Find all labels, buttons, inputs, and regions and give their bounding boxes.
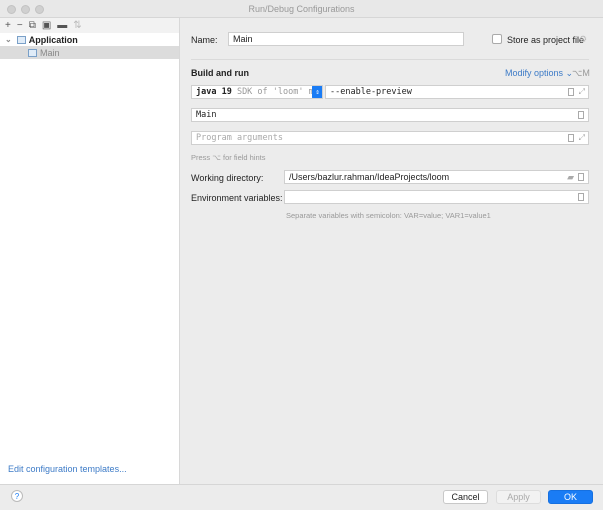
document-icon[interactable] [568, 88, 574, 96]
vm-options-input[interactable]: --enable-preview ⤢ [325, 85, 589, 99]
environment-variables-label: Environment variables: [191, 193, 283, 203]
environment-variables-hint: Separate variables with semicolon: VAR=v… [286, 211, 491, 220]
name-input[interactable]: Main [228, 32, 464, 46]
window-controls[interactable] [7, 5, 44, 14]
minus-icon[interactable]: − [17, 20, 23, 31]
sidebar-toolbar: + − ⧉ ▣ ▬ ⇅ [0, 18, 179, 33]
help-button[interactable]: ? [11, 490, 23, 502]
folder-icon[interactable]: ▰ [567, 171, 574, 183]
modify-shortcut: ⌥M [572, 68, 590, 78]
section-title: Build and run [191, 68, 249, 78]
config-form: Name: Main Store as project file ⚙ Build… [181, 18, 603, 484]
window-title: Run/Debug Configurations [248, 4, 355, 14]
main-class-input[interactable]: Main [191, 108, 589, 122]
edit-templates-link[interactable]: Edit configuration templates... [8, 464, 127, 474]
cancel-button[interactable]: Cancel [443, 490, 488, 504]
field-hint: Press ⌥ for field hints [191, 153, 266, 162]
modify-options-label: Modify options [505, 68, 564, 78]
dialog-footer: ? Cancel Apply OK [0, 484, 603, 510]
store-project-checkbox[interactable] [492, 34, 502, 44]
plus-icon[interactable]: + [5, 20, 11, 31]
jdk-description: SDK of 'loom' mo [231, 87, 319, 97]
divider [191, 59, 589, 60]
save-icon[interactable]: ▣ [42, 20, 51, 31]
document-icon[interactable] [578, 193, 584, 201]
close-window-button[interactable] [7, 5, 16, 14]
sidebar: + − ⧉ ▣ ▬ ⇅ ⌄ Application Main Edit conf… [0, 18, 180, 484]
tree-item-main[interactable]: Main [0, 46, 179, 59]
main-class-value: Main [196, 110, 217, 120]
gear-icon[interactable]: ⚙ [579, 34, 587, 45]
name-label: Name: [191, 35, 218, 45]
environment-variables-input[interactable] [284, 190, 589, 204]
vm-options-value: --enable-preview [330, 87, 412, 97]
store-project-label: Store as project file [507, 35, 585, 45]
working-directory-value: /Users/bazlur.rahman/IdeaProjects/loom [289, 172, 450, 182]
select-stepper-icon[interactable]: ⇕ [312, 86, 322, 98]
program-arguments-input[interactable]: Program arguments ⤢ [191, 131, 589, 145]
copy-icon[interactable]: ⧉ [29, 20, 36, 31]
working-directory-input[interactable]: /Users/bazlur.rahman/IdeaProjects/loom ▰ [284, 170, 589, 184]
title-bar: Run/Debug Configurations [0, 0, 603, 18]
tree-item-label: Application [28, 34, 78, 45]
jdk-select[interactable]: java 19 SDK of 'loom' mo ⇕ [191, 85, 323, 99]
jdk-version: java 19 [196, 87, 232, 97]
working-directory-label: Working directory: [191, 173, 264, 183]
chevron-down-icon[interactable]: ⌄ [5, 35, 12, 44]
document-icon[interactable] [578, 173, 584, 181]
tree-item-label: Main [40, 47, 60, 58]
modify-options-link[interactable]: Modify options ⌄ [505, 68, 573, 79]
ok-button[interactable]: OK [548, 490, 593, 504]
application-icon [28, 48, 37, 57]
application-icon [16, 35, 26, 44]
expand-icon[interactable]: ⤢ [579, 86, 585, 98]
zoom-window-button[interactable] [35, 5, 44, 14]
folder-add-icon[interactable]: ▬ [57, 20, 67, 31]
sort-icon[interactable]: ⇅ [73, 20, 81, 31]
tree-item-application[interactable]: ⌄ Application [0, 33, 179, 46]
minimize-window-button[interactable] [21, 5, 30, 14]
apply-button[interactable]: Apply [496, 490, 541, 504]
expand-icon[interactable]: ⤢ [579, 132, 585, 144]
program-arguments-placeholder: Program arguments [196, 133, 283, 143]
document-icon[interactable] [568, 134, 574, 142]
document-icon[interactable] [578, 111, 584, 119]
